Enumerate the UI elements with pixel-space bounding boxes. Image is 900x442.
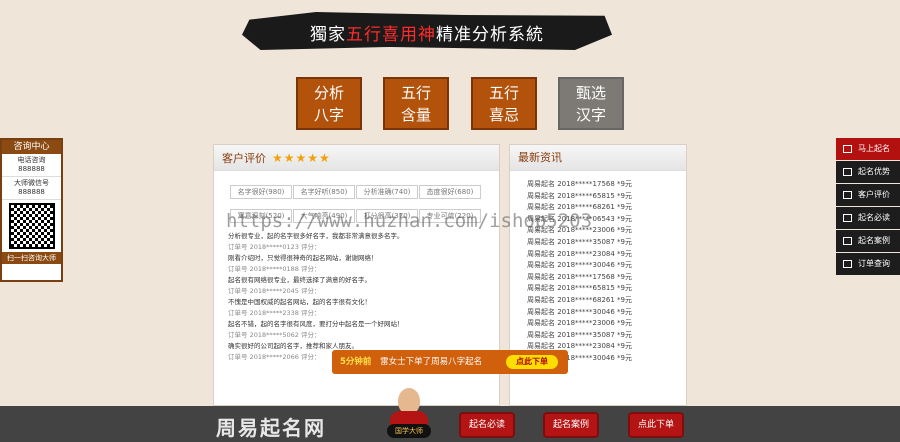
qr-code-icon xyxy=(8,203,55,249)
review-tag[interactable]: 名字好听(850) xyxy=(293,185,355,199)
review-order: 订单号 2018*****0123 评分： xyxy=(228,243,321,251)
news-item[interactable]: 周易起名 2018*****65815 *9元 xyxy=(527,191,677,203)
footer-cases-button[interactable]: 起名案例 xyxy=(543,412,599,438)
chat-icon xyxy=(843,191,852,199)
footer-bar: 周易起名网 国学大师 起名必读 起名案例 点此下单 xyxy=(0,388,900,442)
tile-select-chars[interactable]: 甄选 汉字 xyxy=(558,77,624,130)
star-rating-icon: ★★★★★ xyxy=(272,151,331,165)
diamond-icon xyxy=(843,168,852,176)
site-logo[interactable]: 周易起名网 xyxy=(216,412,326,441)
nav-start-naming[interactable]: 马上起名 xyxy=(836,138,900,160)
quick-nav-sidebar: 马上起名 起名优势 客户评价 起名必读 起名案例 订单查询 xyxy=(836,138,900,276)
consult-sidebar: 咨询中心 电话咨询 888888 大师微信号 888888 扫一扫咨询大师 xyxy=(0,138,63,282)
consult-title: 咨询中心 xyxy=(2,140,61,154)
review-tag[interactable]: 态度很好(680) xyxy=(419,185,481,199)
news-item[interactable]: 周易起名 2018*****68261 *9元 xyxy=(527,295,677,307)
review-text: 刚看介绍时，只觉得很神奇的起名网站，谢谢网络！ xyxy=(228,254,378,262)
news-item[interactable]: 周易起名 2018*****30046 *9元 xyxy=(527,260,677,272)
list-icon xyxy=(843,214,852,222)
footer-must-read-button[interactable]: 起名必读 xyxy=(459,412,515,438)
news-item[interactable]: 周易起名 2018*****30046 *9元 xyxy=(527,307,677,319)
news-item[interactable]: 周易起名 2018*****35087 *9元 xyxy=(527,330,677,342)
popup-order-button[interactable]: 点此下单 xyxy=(506,355,558,369)
review-order: 订单号 2018*****2338 评分： xyxy=(228,309,321,317)
review-order: 订单号 2018*****0188 评分： xyxy=(228,265,321,273)
news-list: 周易起名 2018*****17568 *9元 周易起名 2018*****65… xyxy=(527,179,677,365)
nav-must-read[interactable]: 起名必读 xyxy=(836,207,900,229)
review-text: 起名不错，起的名字很有风度，要打分中起名是一个好网站！ xyxy=(228,320,404,328)
review-tag[interactable]: 名字很好(980) xyxy=(230,185,292,199)
page-title: 獨家五行喜用神精准分析系統 xyxy=(310,25,544,45)
nav-order-lookup[interactable]: 订单查询 xyxy=(836,253,900,275)
news-item[interactable]: 周易起名 2018*****17568 *9元 xyxy=(527,179,677,191)
review-order: 订单号 2018*****5062 评分： xyxy=(228,331,321,339)
tile-wuxing-favor[interactable]: 五行 喜忌 xyxy=(471,77,537,130)
search-icon xyxy=(843,260,852,268)
review-order: 订单号 2018*****2045 评分： xyxy=(228,287,321,295)
popup-message: 雷女士下单了周易八字起名 xyxy=(380,357,483,367)
phone-block[interactable]: 电话咨询 888888 xyxy=(2,154,61,177)
qr-caption: 扫一扫咨询大师 xyxy=(2,252,61,264)
news-item[interactable]: 周易起名 2018*****17568 *9元 xyxy=(527,272,677,284)
reviews-header: 客户评价 ★★★★★ xyxy=(214,145,499,171)
watermark-url: https://www.huzhan.com/ishop5203 xyxy=(226,210,593,232)
review-text: 分析很专业，起的名字很多好名字，我都非常满意很多名字。 xyxy=(228,232,404,240)
popup-time: 5分钟前 xyxy=(340,357,372,367)
review-tag[interactable]: 分析准确(740) xyxy=(356,185,418,199)
tile-analyze-bazi[interactable]: 分析 八字 xyxy=(296,77,362,130)
review-list: 分析很专业，起的名字很多好名字，我都非常满意很多名字。 订单号 2018****… xyxy=(228,231,498,363)
book-icon xyxy=(843,237,852,245)
tile-wuxing-content[interactable]: 五行 含量 xyxy=(383,77,449,130)
id-card-icon xyxy=(843,145,852,153)
nav-reviews[interactable]: 客户评价 xyxy=(836,184,900,206)
master-caption: 国学大师 xyxy=(387,424,431,438)
nav-advantages[interactable]: 起名优势 xyxy=(836,161,900,183)
order-notification: 5分钟前 雷女士下单了周易八字起名 点此下单 xyxy=(332,350,568,374)
review-text: 不愧是中国权威的起名网站，起的名字很有文化！ xyxy=(228,298,371,306)
wechat-block[interactable]: 大师微信号 888888 xyxy=(2,177,61,200)
review-text: 起名很有网络很专业，最终选择了满意的好名字。 xyxy=(228,276,371,284)
footer-order-button[interactable]: 点此下单 xyxy=(628,412,684,438)
news-header: 最新资讯 xyxy=(510,145,686,171)
news-item[interactable]: 周易起名 2018*****23084 *9元 xyxy=(527,249,677,261)
master-avatar: 国学大师 xyxy=(387,386,431,442)
news-item[interactable]: 周易起名 2018*****65815 *9元 xyxy=(527,283,677,295)
nav-cases[interactable]: 起名案例 xyxy=(836,230,900,252)
news-item[interactable]: 周易起名 2018*****35087 *9元 xyxy=(527,237,677,249)
news-item[interactable]: 周易起名 2018*****23006 *9元 xyxy=(527,318,677,330)
